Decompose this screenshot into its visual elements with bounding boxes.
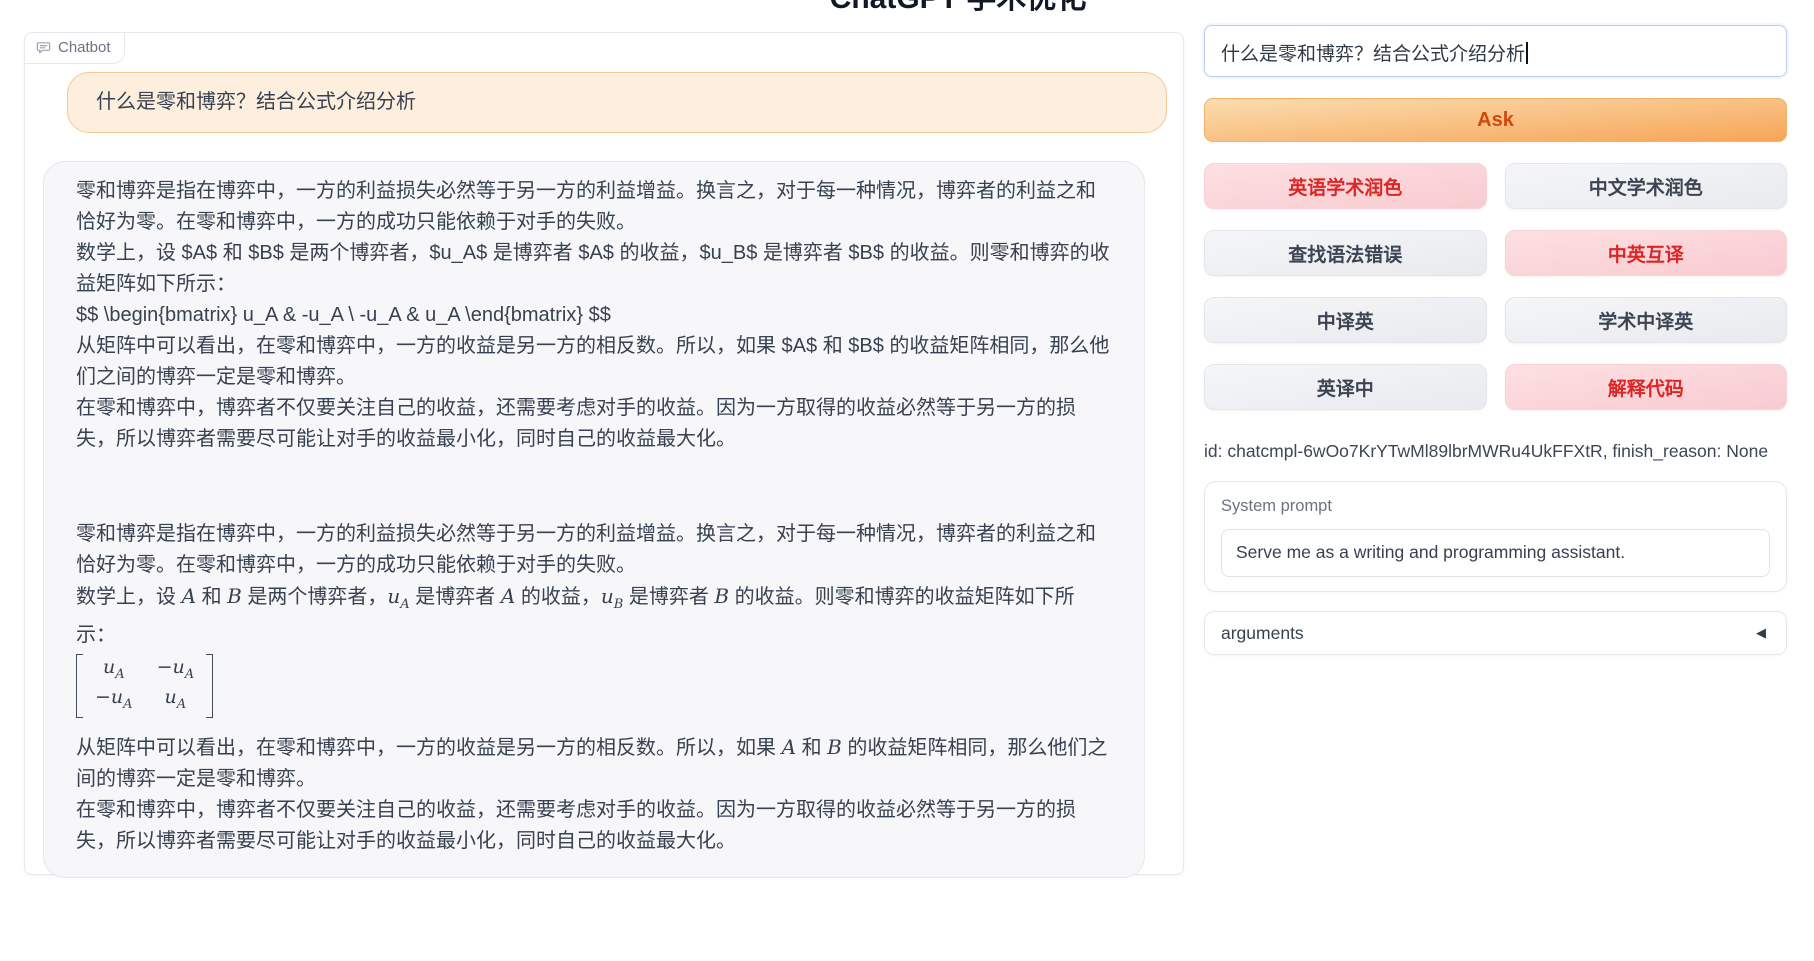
chatbot-label-text: Chatbot: [58, 39, 111, 56]
message-paragraph: 在零和博弈中，博弈者不仅要关注自己的收益，还需要考虑对手的收益。因为一方取得的收…: [76, 393, 1112, 455]
function-button[interactable]: 英语学术润色: [1204, 163, 1487, 209]
message-paragraph: 数学上，设 A 和 B 是两个博弈者，uA 是博弈者 A 的收益，uB 是博弈者…: [76, 581, 1112, 651]
message-paragraph: 从矩阵中可以看出，在零和博弈中，一方的收益是另一方的相反数。所以，如果 A 和 …: [76, 732, 1112, 795]
control-column: 什么是零和博弈？结合公式介绍分析 Ask 英语学术润色中文学术润色查找语法错误中…: [1204, 25, 1787, 655]
question-input[interactable]: 什么是零和博弈？结合公式介绍分析: [1204, 25, 1787, 77]
message-paragraph: $$ \begin{bmatrix} u_A & -u_A \ -u_A & u…: [76, 300, 1112, 331]
chatbot-label: Chatbot: [25, 33, 125, 64]
function-button[interactable]: 查找语法错误: [1204, 230, 1487, 276]
message-paragraph: 零和博弈是指在博弈中，一方的利益损失必然等于另一方的利益增益。换言之，对于每一种…: [76, 176, 1112, 238]
function-button[interactable]: 中英互译: [1505, 230, 1788, 276]
gpt-academic-app: ChatGPT 学术优化 Chatbot 什么是零和博弈？结合公式介绍分析 零和…: [0, 0, 1814, 961]
status-text: id: chatcmpl-6wOo7KrYTwMl89lbrMWRu4UkFFX…: [1204, 441, 1787, 462]
function-button-grid: 英语学术润色中文学术润色查找语法错误中英互译中译英学术中译英英译中解释代码: [1204, 163, 1787, 410]
system-prompt-input[interactable]: Serve me as a writing and programming as…: [1221, 529, 1770, 577]
message-paragraph: 在零和博弈中，博弈者不仅要关注自己的收益，还需要考虑对手的收益。因为一方取得的收…: [76, 795, 1112, 857]
question-input-value: 什么是零和博弈？结合公式介绍分析: [1221, 44, 1525, 65]
user-message: 什么是零和博弈？结合公式介绍分析: [67, 72, 1167, 133]
text-cursor: [1526, 42, 1528, 64]
function-button[interactable]: 中文学术润色: [1505, 163, 1788, 209]
payoff-matrix: uA−uA−uAuA: [76, 651, 1112, 732]
arguments-accordion[interactable]: arguments ◀: [1204, 611, 1787, 655]
message-list: 什么是零和博弈？结合公式介绍分析 零和博弈是指在博弈中，一方的利益损失必然等于另…: [25, 33, 1183, 894]
collapse-arrow-icon: ◀: [1756, 625, 1766, 641]
system-prompt-card: System prompt Serve me as a writing and …: [1204, 481, 1787, 592]
system-prompt-label: System prompt: [1221, 497, 1770, 516]
message-spacer: [76, 455, 1112, 519]
function-button[interactable]: 学术中译英: [1505, 297, 1788, 343]
function-button[interactable]: 解释代码: [1505, 364, 1788, 410]
bot-message: 零和博弈是指在博弈中，一方的利益损失必然等于另一方的利益增益。换言之，对于每一种…: [43, 161, 1145, 878]
message-paragraph: 从矩阵中可以看出，在零和博弈中，一方的收益是另一方的相反数。所以，如果 $A$ …: [76, 331, 1112, 393]
chatbot-panel: Chatbot 什么是零和博弈？结合公式介绍分析 零和博弈是指在博弈中，一方的利…: [24, 32, 1184, 875]
page-title: ChatGPT 学术优化: [830, 0, 1087, 17]
message-paragraph: 零和博弈是指在博弈中，一方的利益损失必然等于另一方的利益增益。换言之，对于每一种…: [76, 519, 1112, 581]
message-paragraph: 数学上，设 $A$ 和 $B$ 是两个博弈者，$u_A$ 是博弈者 $A$ 的收…: [76, 238, 1112, 300]
function-button[interactable]: 中译英: [1204, 297, 1487, 343]
function-button[interactable]: 英译中: [1204, 364, 1487, 410]
arguments-accordion-label: arguments: [1221, 623, 1304, 644]
ask-button[interactable]: Ask: [1204, 98, 1787, 142]
chat-bubble-icon: [36, 40, 51, 55]
